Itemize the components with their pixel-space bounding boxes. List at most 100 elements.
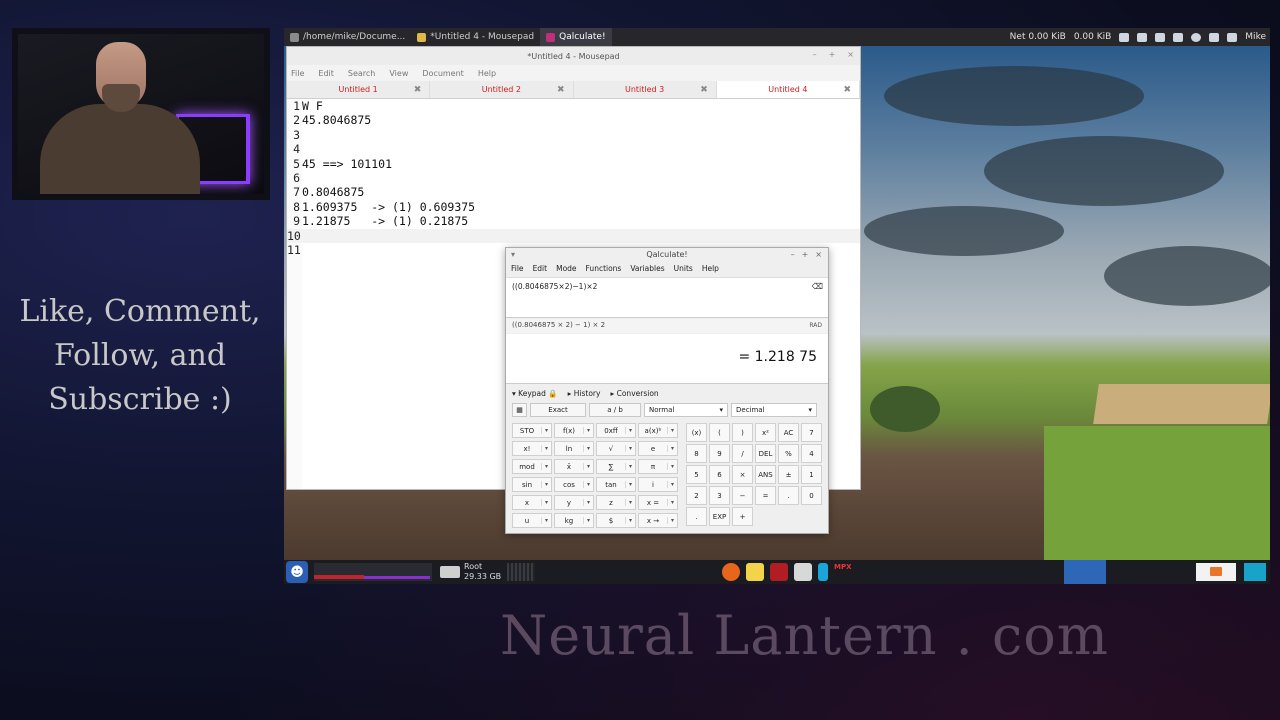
chevron-down-icon[interactable]: ▾	[667, 499, 677, 506]
function-key[interactable]: y ▾	[554, 495, 594, 510]
menu-variables[interactable]: Variables	[630, 264, 664, 273]
function-key[interactable]: √ ▾	[596, 441, 636, 456]
editor-icon[interactable]	[818, 563, 828, 581]
conversion-toggle[interactable]: ▸ Conversion	[610, 389, 658, 398]
chevron-down-icon[interactable]: ▾	[541, 481, 551, 488]
keypad-key[interactable]: (x)	[686, 423, 707, 442]
tab-untitled-3[interactable]: Untitled 3 ✖	[574, 81, 717, 98]
function-key[interactable]: ln ▾	[554, 441, 594, 456]
function-key[interactable]: x̄ ▾	[554, 459, 594, 474]
keypad-key[interactable]: 9	[709, 444, 730, 463]
close-tab-icon[interactable]: ✖	[843, 85, 851, 95]
chevron-down-icon[interactable]: ▾	[541, 463, 551, 470]
tab-untitled-4[interactable]: Untitled 4 ✖	[716, 81, 860, 98]
keypad-key[interactable]: ±	[778, 465, 799, 484]
function-key[interactable]: i ▾	[638, 477, 678, 492]
menu-search[interactable]: Search	[348, 69, 375, 78]
menu-functions[interactable]: Functions	[586, 264, 622, 273]
function-key[interactable]: cos ▾	[554, 477, 594, 492]
active-window-button[interactable]	[1064, 560, 1106, 584]
user-name[interactable]: Mike	[1245, 32, 1266, 42]
function-key[interactable]: kg ▾	[554, 513, 594, 528]
whisker-menu-icon[interactable]: ☻	[286, 561, 308, 583]
keypad-key[interactable]: %	[778, 444, 799, 463]
tray-icon[interactable]	[1119, 32, 1130, 42]
menu-help[interactable]: Help	[478, 69, 496, 78]
close-icon[interactable]: ×	[815, 250, 822, 259]
presentation-icon[interactable]	[770, 563, 788, 581]
function-key[interactable]: x → ▾	[638, 513, 678, 528]
tab-untitled-2[interactable]: Untitled 2 ✖	[430, 81, 574, 98]
backspace-clear-icon[interactable]: ⌫	[812, 282, 823, 291]
function-key[interactable]: $ ▾	[596, 513, 636, 528]
bluetooth-icon[interactable]	[1209, 32, 1220, 42]
firefox-icon[interactable]	[722, 563, 740, 581]
chevron-down-icon[interactable]: ▾	[583, 463, 593, 470]
function-key[interactable]: STO ▾	[512, 423, 552, 438]
keypad-key[interactable]: (	[709, 423, 730, 442]
tab-untitled-1[interactable]: Untitled 1 ✖	[287, 81, 431, 98]
function-key[interactable]: z ▾	[596, 495, 636, 510]
chevron-down-icon[interactable]: ▾	[583, 517, 593, 524]
keypad-key[interactable]: EXP	[709, 507, 730, 526]
task-file-manager[interactable]: /home/mike/Docume...	[284, 28, 411, 46]
task-mousepad[interactable]: *Untitled 4 - Mousepad	[411, 28, 540, 46]
keypad-key[interactable]: DEL	[755, 444, 776, 463]
chevron-down-icon[interactable]: ▾	[625, 499, 635, 506]
menu-edit[interactable]: Edit	[533, 264, 548, 273]
chevron-down-icon[interactable]: ▾	[541, 517, 551, 524]
chevron-down-icon[interactable]: ▾	[667, 427, 677, 434]
function-key[interactable]: x! ▾	[512, 441, 552, 456]
chevron-down-icon[interactable]: ▾	[583, 445, 593, 452]
function-key[interactable]: sin ▾	[512, 477, 552, 492]
keypad-key[interactable]: x²	[755, 423, 776, 442]
drive-indicator[interactable]: Root 29.33 GB	[440, 562, 501, 582]
chevron-down-icon[interactable]: ▾	[667, 445, 677, 452]
number-base-select[interactable]: Decimal ▾	[731, 403, 817, 417]
maximize-icon[interactable]: +	[829, 50, 836, 59]
history-toggle[interactable]: ▸ History	[568, 389, 601, 398]
chevron-down-icon[interactable]: ▾	[625, 445, 635, 452]
menu-view[interactable]: View	[389, 69, 408, 78]
menu-file[interactable]: File	[511, 264, 524, 273]
function-key[interactable]: tan ▾	[596, 477, 636, 492]
chevron-down-icon[interactable]: ▾	[667, 517, 677, 524]
calculator-icon[interactable]	[794, 563, 812, 581]
keypad-toggle[interactable]: ▾ Keypad 🔒	[512, 389, 558, 398]
function-key[interactable]: a(x)ᵇ ▾	[638, 423, 678, 438]
chevron-down-icon[interactable]: ▾	[625, 427, 635, 434]
keypad-key[interactable]: 4	[801, 444, 822, 463]
network-icon[interactable]	[1137, 32, 1148, 42]
task-qalculate[interactable]: Qalculate!	[540, 28, 612, 46]
keypad-key[interactable]: 2	[686, 486, 707, 505]
menu-units[interactable]: Units	[674, 264, 693, 273]
chevron-down-icon[interactable]: ▾	[541, 427, 551, 434]
show-desktop-button[interactable]	[1244, 563, 1266, 581]
power-icon[interactable]	[1191, 32, 1202, 42]
clipboard-icon[interactable]	[1173, 32, 1184, 42]
function-key[interactable]: u ▾	[512, 513, 552, 528]
maximize-icon[interactable]: +	[802, 250, 809, 259]
chevron-down-icon[interactable]: ▾	[583, 427, 593, 434]
exact-button[interactable]: Exact	[530, 403, 586, 417]
chevron-down-icon[interactable]: ▾	[541, 499, 551, 506]
chevron-down-icon[interactable]: ▾	[667, 463, 677, 470]
chevron-down-icon[interactable]: ▾	[625, 517, 635, 524]
keypad-key[interactable]: 1	[801, 465, 822, 484]
chevron-down-icon[interactable]: ▾	[583, 481, 593, 488]
mpx-icon[interactable]: MPX	[834, 563, 852, 581]
volume-icon[interactable]	[1227, 32, 1238, 42]
window-menu-icon[interactable]: ▾	[511, 250, 515, 259]
chevron-down-icon[interactable]: ▾	[667, 481, 677, 488]
menu-mode[interactable]: Mode	[556, 264, 576, 273]
keypad-key[interactable]: )	[732, 423, 753, 442]
keypad-key[interactable]: 7	[801, 423, 822, 442]
keypad-key[interactable]: 0	[801, 486, 822, 505]
function-key[interactable]: x ▾	[512, 495, 552, 510]
menu-help[interactable]: Help	[702, 264, 719, 273]
keypad-key[interactable]: .	[686, 507, 707, 526]
function-key[interactable]: x = ▾	[638, 495, 678, 510]
function-key[interactable]: ∑ ▾	[596, 459, 636, 474]
chevron-down-icon[interactable]: ▾	[625, 481, 635, 488]
fraction-button[interactable]: a / b	[589, 403, 641, 417]
